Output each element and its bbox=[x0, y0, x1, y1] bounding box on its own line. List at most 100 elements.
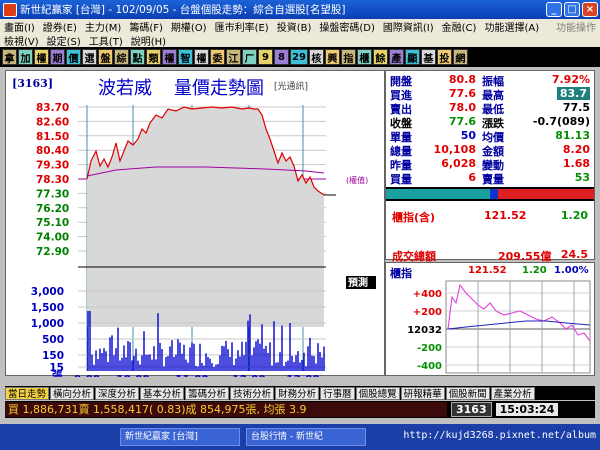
toolbar-button-3[interactable]: 期 bbox=[50, 49, 65, 65]
quick-toolbar: 拿加權期價選盤綜點類權智權委江ㄏ 9 8 29 核興指櫃餘產顯基投網 bbox=[0, 47, 600, 67]
window-title: 新世紀贏家 [台灣] - 102/09/05 - 台盤個股走勢：綜合自選股[名望… bbox=[20, 4, 346, 16]
tab-0[interactable]: 當日走勢 bbox=[5, 386, 50, 400]
index-tick-label: 12032 bbox=[407, 325, 442, 336]
index-pct: 1.00% bbox=[554, 265, 589, 276]
price-tick-label: 75.10 bbox=[36, 217, 69, 229]
toolbar-button-7[interactable]: 綜 bbox=[114, 49, 129, 65]
toolbar-button-17[interactable]: 8 bbox=[274, 49, 289, 65]
toolbar-button-1[interactable]: 加 bbox=[18, 49, 33, 65]
toolbar-button-19[interactable]: 核 bbox=[308, 49, 324, 65]
toolbar-button-8[interactable]: 點 bbox=[130, 49, 145, 65]
status-stock-code[interactable]: 3163 bbox=[451, 402, 492, 417]
toolbar-button-22[interactable]: 櫃 bbox=[356, 49, 372, 65]
bid-ask-bar bbox=[386, 187, 594, 201]
quote-row: 單量 50 均價 81.13 bbox=[386, 129, 596, 144]
tab-6[interactable]: 財務分析 bbox=[275, 386, 320, 400]
toolbar-button-10[interactable]: 權 bbox=[162, 49, 177, 65]
menu2-item-0[interactable]: 檢視(V) bbox=[0, 33, 43, 48]
toolbar-button-13[interactable]: 委 bbox=[210, 49, 225, 65]
quote-value: 81.13 bbox=[555, 129, 590, 142]
quote-value: 77.6 bbox=[448, 115, 476, 128]
index-tick-label: -200 bbox=[417, 343, 442, 354]
toolbar-button-5[interactable]: 選 bbox=[82, 49, 97, 65]
turnover-change: 24.5 bbox=[560, 248, 588, 261]
tab-1[interactable]: 橫向分析 bbox=[50, 386, 95, 400]
toolbar-button-11[interactable]: 智 bbox=[178, 49, 193, 65]
menu-item-6[interactable]: 投資(B) bbox=[273, 19, 316, 34]
menu-item-1[interactable]: 證券(E) bbox=[39, 19, 81, 34]
quote-row: 總量 10,108 金額 8.20 bbox=[386, 143, 596, 158]
menu-bar-2: 檢視(V) 設定(S) 工具(T) 說明(H) bbox=[0, 33, 600, 48]
quote-value: 50 bbox=[460, 129, 476, 142]
menu-item-7[interactable]: 操盤密碼(D) bbox=[315, 19, 379, 34]
menu-item-9[interactable]: 金融(C) bbox=[438, 19, 481, 34]
toolbar-button-20[interactable]: 興 bbox=[324, 49, 340, 65]
menu-item-5[interactable]: 匯市利率(E) bbox=[211, 19, 273, 34]
minimize-button[interactable]: _ bbox=[546, 2, 562, 17]
toolbar-button-9[interactable]: 類 bbox=[146, 49, 161, 65]
toolbar-button-4[interactable]: 價 bbox=[66, 49, 81, 65]
maximize-button[interactable]: □ bbox=[564, 2, 580, 17]
index-change: 1.20 bbox=[522, 265, 547, 276]
toolbar-button-18[interactable]: 29 bbox=[290, 49, 308, 65]
toolbar-button-15[interactable]: ㄏ bbox=[242, 49, 257, 65]
toolbar-button-6[interactable]: 盤 bbox=[98, 49, 113, 65]
toolbar-button-28[interactable]: 網 bbox=[452, 49, 468, 65]
turnover-row: 成交總額 209.55億 24.5 bbox=[386, 248, 596, 263]
tab-4[interactable]: 籌碼分析 bbox=[185, 386, 230, 400]
toolbar-button-23[interactable]: 餘 bbox=[372, 49, 388, 65]
analysis-tabs: 當日走勢 橫向分析 深度分析 基本分析 籌碼分析 技術分析 財務分析 行事曆 個股總覽 研報精華個… bbox=[5, 386, 595, 400]
tab-11[interactable]: 產業分析 bbox=[490, 386, 535, 400]
menu-item-4[interactable]: 期權(O) bbox=[167, 19, 211, 34]
quote-label: 買量 bbox=[390, 173, 412, 186]
menu-item-8[interactable]: 國際資訊(I) bbox=[379, 19, 438, 34]
price-tick-label: 79.30 bbox=[36, 160, 69, 172]
time-tick-label: 9:00 bbox=[74, 374, 100, 377]
otc-index-change: 1.20 bbox=[560, 209, 588, 222]
menu-item-10[interactable]: 功能選擇(A) bbox=[480, 19, 543, 34]
taskbar-app-2[interactable]: 台股行情 - 新世紀 bbox=[246, 428, 366, 446]
tab-7[interactable]: 行事曆 bbox=[320, 386, 355, 400]
menu2-item-1[interactable]: 設定(S) bbox=[43, 33, 85, 48]
toolbar-button-12[interactable]: 權 bbox=[194, 49, 209, 65]
toolbar-button-25[interactable]: 顯 bbox=[404, 49, 420, 65]
taskbar-app-1[interactable]: 新世紀贏家 [台灣] bbox=[120, 428, 240, 446]
quote-value: 6,028 bbox=[441, 157, 476, 170]
tab-3[interactable]: 基本分析 bbox=[140, 386, 185, 400]
time-tick-label: 13:00 bbox=[286, 374, 319, 377]
tab-2[interactable]: 深度分析 bbox=[95, 386, 140, 400]
market-ticker: 買 1,886,731賣 1,558,417( 0.83)成 854,975張,… bbox=[5, 402, 447, 417]
tab-10[interactable]: 個股新聞 bbox=[445, 386, 490, 400]
menu-item-0[interactable]: 畫面(I) bbox=[0, 19, 39, 34]
chart-canvas[interactable]: 83.70 82.60 81.50 80.40 79.30 78.30 77.30 76.20… bbox=[6, 71, 386, 377]
toolbar-button-0[interactable]: 拿 bbox=[2, 49, 17, 65]
quote-row: 收盤 77.6 漲跌 -0.7(089) bbox=[386, 115, 596, 130]
menu-item-11[interactable]: 功能操作 bbox=[552, 19, 600, 34]
watermark-url: http://kujd3268.pixnet.net/album bbox=[403, 430, 596, 441]
toolbar-button-24[interactable]: 產 bbox=[388, 49, 404, 65]
toolbar-button-2[interactable]: 權 bbox=[34, 49, 49, 65]
toolbar-button-16[interactable]: 9 bbox=[258, 49, 273, 65]
menu2-item-2[interactable]: 工具(T) bbox=[85, 33, 127, 48]
price-tick-label: 80.40 bbox=[36, 145, 69, 157]
quote-row: 昨量 6,028 變動 1.68 bbox=[386, 157, 596, 172]
clock: 15:03:24 bbox=[495, 403, 559, 416]
menu-item-2[interactable]: 主力(M) bbox=[81, 19, 125, 34]
toolbar-button-14[interactable]: 江 bbox=[226, 49, 241, 65]
volume-tick-label: 1,500 bbox=[31, 302, 64, 314]
price-tick-label: 83.70 bbox=[36, 102, 69, 114]
close-button[interactable]: × bbox=[582, 2, 598, 17]
toolbar-button-21[interactable]: 指 bbox=[340, 49, 356, 65]
menu-item-3[interactable]: 籌碼(F) bbox=[125, 19, 167, 34]
quote-info-panel: 櫃指(含) 121.52 1.20 成交總額 209.55億 24.5 開盤 80… bbox=[385, 70, 596, 263]
toolbar-button-26[interactable]: 基 bbox=[420, 49, 436, 65]
tab-9[interactable]: 研報精華 bbox=[400, 386, 445, 400]
tab-8[interactable]: 個股總覽 bbox=[355, 386, 400, 400]
tab-5[interactable]: 技術分析 bbox=[230, 386, 275, 400]
time-tick-label: 10:00 bbox=[116, 374, 149, 377]
otc-index-canvas[interactable]: +400 +200 12032 -200 -400 bbox=[386, 263, 596, 377]
menu2-item-3[interactable]: 說明(H) bbox=[127, 33, 170, 48]
quote-value: 10,108 bbox=[433, 143, 476, 156]
toolbar-button-27[interactable]: 投 bbox=[436, 49, 452, 65]
quote-value: 7.92% bbox=[551, 73, 590, 86]
